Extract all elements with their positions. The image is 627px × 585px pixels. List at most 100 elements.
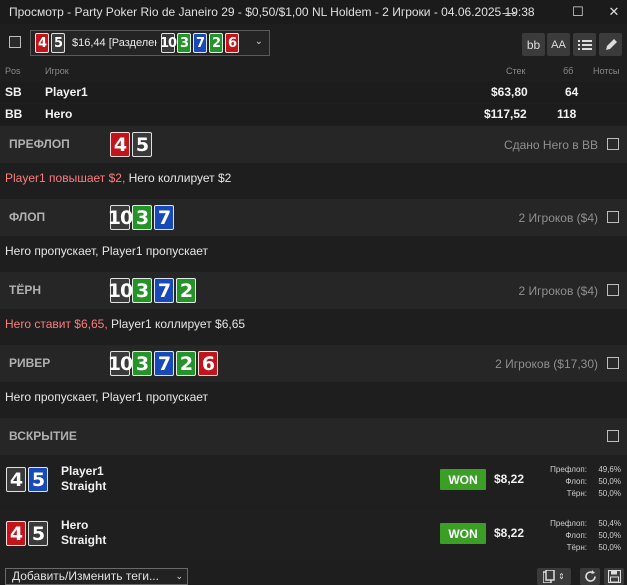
maximize-icon[interactable]: ☐ xyxy=(555,0,601,24)
header-bb: бб xyxy=(563,66,574,76)
hero-card-2: 5 xyxy=(51,33,65,53)
street-card: 4 xyxy=(110,132,130,157)
street-turn: ТЁРН 10 3 7 2 2 Игроков ($4) xyxy=(0,272,627,309)
street-info: 2 Игроков ($4) xyxy=(518,284,598,298)
list-icon[interactable] xyxy=(573,33,596,56)
showdown-player-name: Hero xyxy=(61,518,89,532)
street-checkbox[interactable] xyxy=(607,430,619,442)
street-info: Сдано Hero в BB xyxy=(503,138,598,152)
street-card: 7 xyxy=(154,205,174,230)
equity-value: 50,4% xyxy=(598,519,621,528)
showdown-card: 4 xyxy=(6,467,26,492)
equity-table: Префлоп: 50,4% Флоп: 50,0% Тёрн: 50,0% xyxy=(537,518,621,554)
showdown-row: 4 5 Player1 Straight WON $8,22 Префлоп: 4… xyxy=(0,455,627,505)
street-card: 3 xyxy=(132,205,152,230)
hero-card-1: 4 xyxy=(35,33,49,53)
equity-value: 50,0% xyxy=(598,531,621,540)
board-card-1: 10 xyxy=(160,33,177,53)
player-stack: $117,52 xyxy=(484,107,527,121)
tags-label: Добавить/Изменить теги... xyxy=(12,569,159,583)
street-name: РИВЕР xyxy=(9,356,51,370)
street-info: 2 Игроков ($4) xyxy=(518,211,598,225)
header-pos: Pos xyxy=(5,66,21,76)
hand-summary: $16,44 [Разделен xyxy=(72,37,157,49)
equity-label: Тёрн: xyxy=(566,543,587,552)
won-amount: $8,22 xyxy=(494,526,525,540)
street-card: 6 xyxy=(198,351,218,376)
street-showdown: ВСКРЫТИЕ xyxy=(0,418,627,455)
board-card-2: 3 xyxy=(177,33,191,53)
street-card: 10 xyxy=(107,351,133,376)
action-text: Player1 повышает $2, xyxy=(5,171,126,185)
save-icon[interactable] xyxy=(604,568,624,585)
header-player: Игрок xyxy=(45,66,69,76)
street-name: ПРЕФЛОП xyxy=(9,137,70,151)
street-river: РИВЕР 10 3 7 2 6 2 Игроков ($17,30) xyxy=(0,345,627,382)
street-card: 7 xyxy=(154,278,174,303)
street-actions: Hero пропускает, Player1 пропускает xyxy=(5,390,208,404)
equity-label: Флоп: xyxy=(565,477,587,486)
street-checkbox[interactable] xyxy=(607,284,619,296)
street-card: 10 xyxy=(107,205,133,230)
header-stack: Стек xyxy=(506,66,526,76)
pencil-icon[interactable] xyxy=(599,33,622,56)
tags-dropdown[interactable]: Добавить/Изменить теги... ⌄ xyxy=(5,568,188,585)
won-badge: WON xyxy=(440,523,486,544)
street-actions: Hero пропускает, Player1 пропускает xyxy=(5,244,208,258)
minimize-icon[interactable]: — xyxy=(486,0,532,24)
equity-label: Префлоп: xyxy=(550,519,587,528)
street-card: 5 xyxy=(132,132,152,157)
equity-label: Префлоп: xyxy=(550,465,587,474)
player-bb: 64 xyxy=(565,85,579,99)
player-row: BB Hero $117,52 118 xyxy=(0,104,627,125)
showdown-hand-rank: Straight xyxy=(61,479,107,493)
equity-value: 50,0% xyxy=(598,477,621,486)
street-preflop: ПРЕФЛОП 4 5 Сдано Hero в BB xyxy=(0,126,627,163)
street-flop: ФЛОП 10 3 7 2 Игроков ($4) xyxy=(0,199,627,236)
action-text: Hero коллирует $2 xyxy=(125,171,232,185)
street-name: ФЛОП xyxy=(9,210,46,224)
street-info: 2 Игроков ($17,30) xyxy=(495,357,598,371)
street-checkbox[interactable] xyxy=(607,211,619,223)
header-notes: Нотсы xyxy=(593,66,620,76)
street-card: 3 xyxy=(132,278,152,303)
close-icon[interactable]: ✕ xyxy=(601,0,627,24)
street-card: 2 xyxy=(176,278,196,303)
showdown-player-name: Player1 xyxy=(61,464,104,478)
window-title: Просмотр - Party Poker Rio de Janeiro 29… xyxy=(9,5,535,19)
street-actions: Hero ставит $6,65, Player1 коллирует $6,… xyxy=(5,317,245,331)
chevron-down-icon: ⌄ xyxy=(175,571,183,581)
player-bb: 118 xyxy=(557,107,577,121)
player-name: Player1 xyxy=(45,85,88,99)
action-text: Hero ставит $6,65, xyxy=(5,317,108,331)
font-size-button[interactable]: AA xyxy=(547,33,570,56)
showdown-hand-rank: Straight xyxy=(61,533,107,547)
board-card-3: 7 xyxy=(193,33,207,53)
select-hand-checkbox[interactable] xyxy=(9,36,21,48)
action-text: Hero пропускает, Player1 пропускает xyxy=(5,244,209,258)
player-stack: $63,80 xyxy=(491,85,528,99)
action-text: Hero пропускает, Player1 пропускает xyxy=(5,390,209,404)
street-card: 3 xyxy=(132,351,152,376)
refresh-icon[interactable] xyxy=(580,568,600,585)
player-name: Hero xyxy=(45,107,73,121)
showdown-card: 4 xyxy=(6,521,26,546)
equity-value: 50,0% xyxy=(598,489,621,498)
bb-toggle-button[interactable]: bb xyxy=(522,33,545,56)
street-name: ВСКРЫТИЕ xyxy=(9,429,77,443)
showdown-card: 5 xyxy=(28,467,48,492)
showdown-card: 5 xyxy=(28,521,48,546)
street-checkbox[interactable] xyxy=(607,138,619,150)
equity-value: 50,0% xyxy=(598,543,621,552)
won-amount: $8,22 xyxy=(494,472,525,486)
street-checkbox[interactable] xyxy=(607,357,619,369)
equity-label: Флоп: xyxy=(565,531,587,540)
chevron-down-icon: ⌄ xyxy=(254,36,263,47)
player-row: SB Player1 $63,80 64 xyxy=(0,82,627,103)
hand-selector-dropdown[interactable]: 4 5 $16,44 [Разделен 10 3 7 2 6 ⌄ xyxy=(30,30,270,56)
copy-icon[interactable]: ⇕ xyxy=(537,568,571,585)
title-bar: Просмотр - Party Poker Rio de Janeiro 29… xyxy=(0,0,627,24)
board-card-5: 6 xyxy=(225,33,239,53)
street-actions: Player1 повышает $2, Hero коллирует $2 xyxy=(5,171,231,185)
street-card: 2 xyxy=(176,351,196,376)
